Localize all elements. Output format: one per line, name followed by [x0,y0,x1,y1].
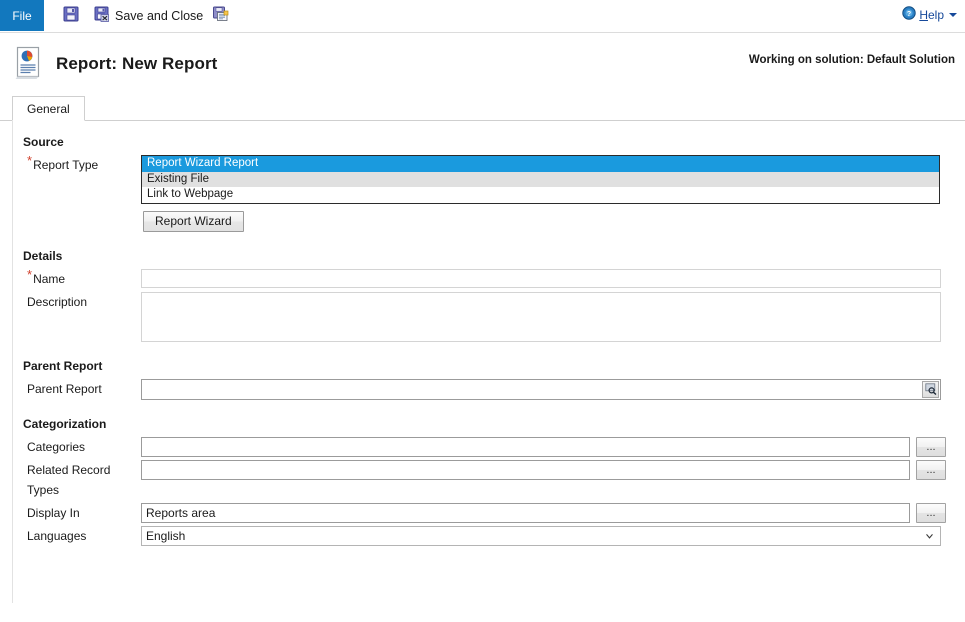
related-record-types-label: Related Record Types [13,460,141,500]
name-label: *Name [13,266,141,289]
display-in-input[interactable] [141,502,910,523]
save-as-new-button[interactable] [208,3,239,29]
section-title-parent-report: Parent Report [23,358,103,373]
report-document-icon [14,46,44,83]
section-title-categorization: Categorization [23,416,107,431]
report-type-label-text: Report Type [33,158,99,172]
help-button[interactable]: ? Help [902,6,957,23]
field-row-report-type: *Report Type Report Wizard Report Existi… [13,153,965,232]
chevron-down-icon [949,12,957,17]
related-record-types-input[interactable] [141,459,910,480]
report-type-label: *Report Type [13,153,141,175]
field-row-related-record-types: Related Record Types ... [13,459,965,500]
parent-report-lookup-wrapper [141,378,941,400]
display-in-browse-button[interactable]: ... [916,502,946,523]
required-asterisk-name: * [27,266,33,282]
tab-general[interactable]: General [12,96,85,121]
categories-browse-button[interactable]: ... [916,436,946,457]
description-label-text: Description [27,294,88,309]
parent-report-label-text: Parent Report [27,381,102,396]
related-record-types-browse-button[interactable]: ... [916,459,946,480]
languages-label-text: Languages [27,528,87,543]
field-row-display-in: Display In ... [13,502,965,523]
file-tab-label: File [12,8,32,23]
listbox-option-link-to-webpage[interactable]: Link to Webpage [142,187,939,203]
ribbon-command-group: Save and Close [44,0,239,31]
name-label-text: Name [33,271,66,286]
help-icon: ? [902,6,917,23]
required-asterisk-report-type: * [27,153,33,168]
parent-report-input[interactable] [141,378,941,400]
report-form: Source *Report Type Report Wizard Report… [12,121,965,603]
save-and-close-button[interactable]: Save and Close [89,3,208,29]
help-accelerator: H [919,7,928,22]
svg-text:?: ? [907,11,911,18]
save-and-close-icon [94,6,110,25]
help-label: Help [919,8,944,22]
parent-report-label: Parent Report [13,379,141,399]
languages-select-wrapper: English [141,525,941,546]
help-label-suffix: elp [927,7,944,22]
languages-select[interactable]: English [141,525,941,546]
save-icon [63,6,79,25]
field-row-name: *Name [13,266,965,289]
report-type-listbox[interactable]: Report Wizard Report Existing File Link … [141,155,940,204]
categories-input[interactable] [141,436,910,457]
save-button[interactable] [58,3,89,29]
listbox-option-report-wizard-report[interactable]: Report Wizard Report [142,156,939,172]
solution-status-label: Working on solution: Default Solution [748,54,955,66]
page-title: Report: New Report [56,54,218,73]
description-textarea[interactable] [141,291,941,342]
field-row-languages: Languages English [13,525,965,546]
name-input[interactable] [141,268,941,288]
save-and-close-label: Save and Close [115,8,204,23]
field-row-categories: Categories ... [13,436,965,457]
section-title-details: Details [23,248,63,263]
file-tab[interactable]: File [0,0,44,31]
section-title-source: Source [23,135,64,149]
field-row-description: Description [13,291,965,342]
report-wizard-button[interactable]: Report Wizard [143,210,244,232]
field-row-parent-report: Parent Report [13,378,965,400]
report-type-listbox-wrapper: Report Wizard Report Existing File Link … [141,155,940,232]
listbox-option-existing-file[interactable]: Existing File [142,171,939,187]
categories-label: Categories [13,437,141,457]
form-tab-strip: General [0,95,965,121]
page-header: Report: New Report Working on solution: … [0,33,965,95]
languages-label: Languages [13,526,141,546]
categories-label-text: Categories [27,439,86,454]
page-header-left: Report: New Report [14,46,217,83]
display-in-label-text: Display In [27,505,80,520]
tab-general-label: General [27,101,70,116]
related-record-types-label-text: Related Record Types [27,462,111,497]
lookup-magnifier-icon[interactable] [922,380,939,398]
display-in-label: Display In [13,503,141,523]
ribbon-toolbar: File Save and Close ? Help [0,0,965,33]
description-label: Description [13,292,141,312]
save-as-new-icon [213,6,229,25]
